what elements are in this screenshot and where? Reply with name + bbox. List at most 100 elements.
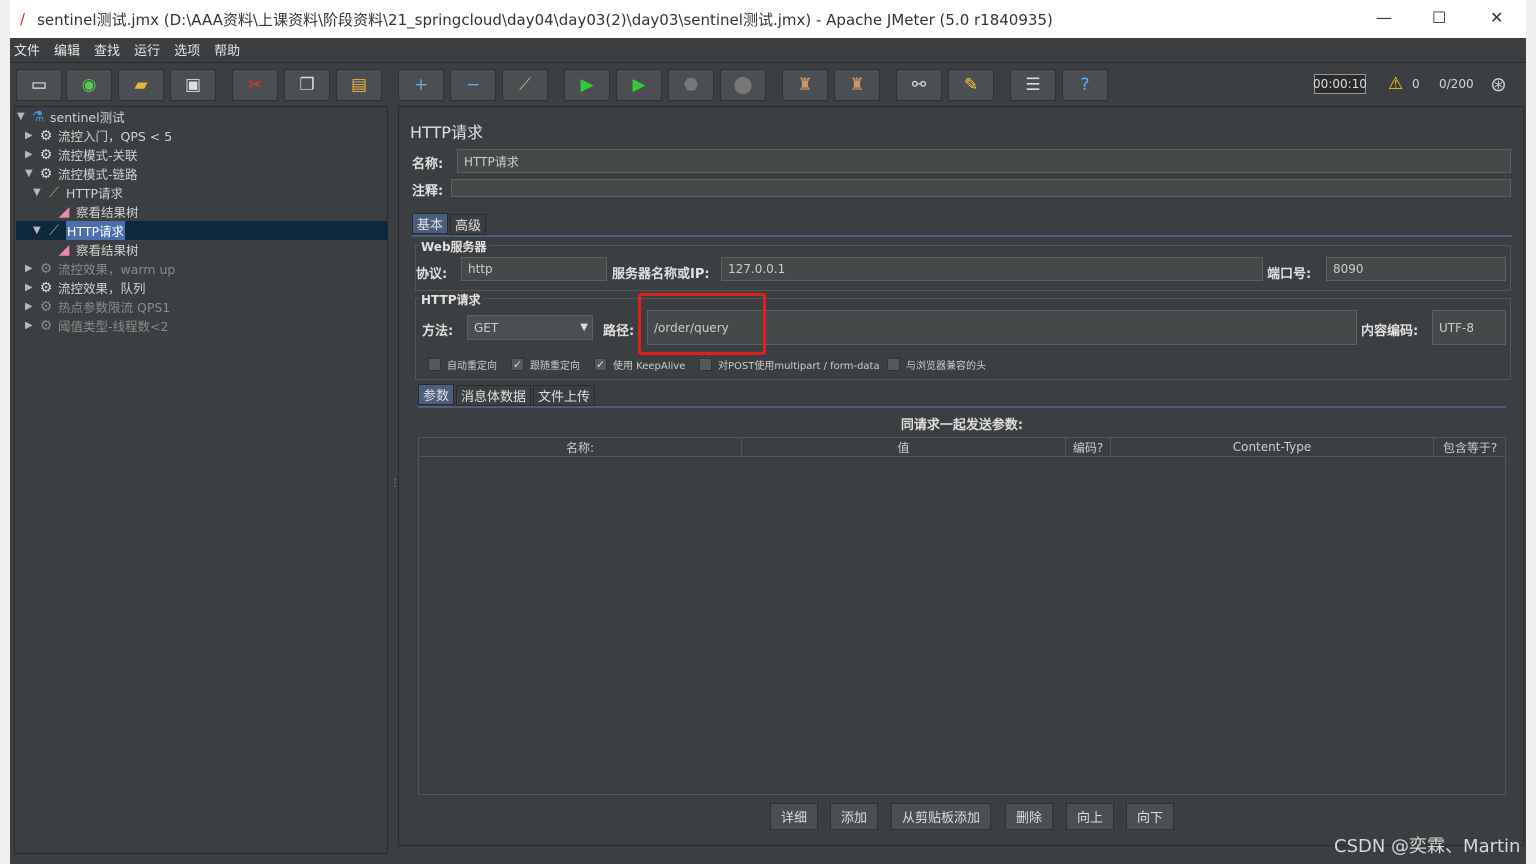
tree-node[interactable]: ▼ ⚙ 流控模式-链路 [25, 164, 138, 183]
menu-options[interactable]: 选项 [174, 40, 200, 59]
function-helper-icon[interactable]: ☰ [1010, 69, 1056, 101]
tree-node[interactable]: ▶ ⚙ 流控效果，warm up [25, 259, 175, 278]
watermark: CSDN @奕霖、Martin [1334, 836, 1521, 857]
encoding-label: 内容编码: [1361, 324, 1419, 339]
menu-bar: 文件 编辑 查找 运行 选项 帮助 [10, 38, 1526, 60]
move-up-button[interactable]: 向上 [1066, 803, 1115, 830]
auto-redirect-checkbox[interactable]: 自动重定向 [428, 357, 497, 372]
cut-icon[interactable]: ✂ [232, 69, 278, 101]
tree-node[interactable]: ◢ 察看结果树 [55, 202, 139, 221]
tree-node[interactable]: ▶ ⚙ 流控模式-关联 [25, 145, 138, 164]
templates-icon[interactable]: ◉ [66, 69, 112, 101]
menu-help[interactable]: 帮助 [214, 40, 240, 59]
add-button[interactable]: 添加 [830, 803, 879, 830]
pipette-icon: ⟋ [49, 222, 59, 239]
warning-count: 0 [1412, 77, 1420, 91]
multipart-checkbox[interactable]: 对POST使用multipart / form-data [699, 357, 880, 372]
start-icon[interactable]: ▶ [564, 69, 610, 101]
method-select[interactable]: GET ▼ [467, 315, 593, 340]
gear-icon: ⚙ [39, 298, 53, 315]
delete-button[interactable]: 删除 [1005, 803, 1054, 830]
follow-redirect-checkbox[interactable]: ✓ 跟随重定向 [511, 357, 580, 372]
close-button[interactable]: ✕ [1490, 8, 1503, 27]
jmeter-window: 文件 编辑 查找 运行 选项 帮助 ▭ ◉ ▰ ▣ ✂ ❐ ▤ + − ⟋ ▶ … [10, 38, 1526, 864]
gear-icon: ⚙ [39, 317, 53, 334]
pipette-icon: ⟋ [49, 184, 59, 201]
menu-search[interactable]: 查找 [94, 40, 120, 59]
menu-edit[interactable]: 编辑 [54, 40, 80, 59]
shutdown-icon[interactable]: ⬤ [720, 69, 766, 101]
reset-search-icon[interactable]: ✎ [948, 69, 994, 101]
warning-icon[interactable]: ⚠ [1388, 74, 1403, 94]
paste-icon[interactable]: ▤ [336, 69, 382, 101]
gear-icon: ⚙ [39, 260, 53, 277]
chevron-down-icon: ▼ [580, 322, 588, 333]
jmeter-logo-icon: / [20, 10, 26, 28]
add-from-clipboard-button[interactable]: 从剪贴板添加 [891, 803, 992, 830]
browser-headers-checkbox[interactable]: 与浏览器兼容的头 [887, 357, 986, 372]
comment-label: 注释: [412, 184, 444, 199]
tree-node[interactable]: ▶ ⚙ 流控效果，队列 [25, 278, 146, 297]
name-input[interactable]: HTTP请求 [457, 149, 1511, 173]
tab-file-upload[interactable]: 文件上传 [533, 385, 596, 406]
header-divider [419, 456, 1505, 457]
params-title: 同请求一起发送参数: [900, 417, 1024, 433]
server-input[interactable]: 127.0.0.1 [721, 257, 1263, 281]
http-request-legend: HTTP请求 [419, 291, 483, 308]
tab-parameters[interactable]: 参数 [418, 384, 455, 405]
flask-icon: ⚗ [31, 108, 45, 125]
tree-node[interactable]: ▶ ⚙ 阈值类型-线程数<2 [25, 316, 168, 335]
keepalive-checkbox[interactable]: ✓ 使用 KeepAlive [594, 357, 685, 372]
http-request-panel: HTTP请求 名称: HTTP请求 注释: 基本 高级 Web服务器 协议: h… [398, 106, 1524, 846]
column-header[interactable]: 名称: [419, 438, 742, 456]
collapse-icon[interactable]: − [450, 69, 496, 101]
protocol-input[interactable]: http [461, 257, 607, 281]
column-header[interactable]: 编码? [1066, 438, 1111, 456]
tree-node[interactable]: ▶ ⚙ 流控入门，QPS < 5 [25, 126, 172, 145]
minimize-button[interactable]: — [1376, 8, 1392, 27]
expand-icon[interactable]: + [398, 69, 444, 101]
tab-advanced[interactable]: 高级 [450, 214, 487, 235]
help-icon[interactable]: ? [1062, 69, 1108, 101]
port-label: 端口号: [1267, 267, 1312, 282]
new-icon[interactable]: ▭ [16, 69, 62, 101]
remote-status-icon: ⊛ [1490, 72, 1507, 96]
panel-title: HTTP请求 [410, 123, 483, 142]
params-table[interactable]: 名称: 值 编码? Content-Type 包含等于? [418, 437, 1506, 795]
search-icon[interactable]: ⚯ [896, 69, 942, 101]
tab-basic[interactable]: 基本 [412, 213, 449, 234]
tree-node[interactable]: ▼ ⚗ sentinel测试 [17, 107, 125, 126]
stop-icon[interactable]: ⬣ [668, 69, 714, 101]
maximize-button[interactable]: ☐ [1432, 8, 1446, 27]
tree-node-selected[interactable]: ▼ ⟋ HTTP请求 [33, 221, 125, 240]
copy-icon[interactable]: ❐ [284, 69, 330, 101]
tree-node[interactable]: ▼ ⟋ HTTP请求 [33, 183, 123, 202]
encoding-input[interactable]: UTF-8 [1432, 310, 1506, 345]
chart-icon: ◢ [58, 241, 70, 258]
save-icon[interactable]: ▣ [170, 69, 216, 101]
tree-node[interactable]: ▶ ⚙ 热点参数限流 QPS1 [25, 297, 170, 316]
test-plan-tree: ▼ ⚗ sentinel测试 ▶ ⚙ 流控入门，QPS < 5 ▶ ⚙ 流控模式-关联 ▼ ⚙… [14, 106, 388, 854]
menu-run[interactable]: 运行 [134, 40, 160, 59]
start-no-pause-icon[interactable]: ▶ [616, 69, 662, 101]
move-down-button[interactable]: 向下 [1126, 803, 1175, 830]
port-input[interactable]: 8090 [1326, 257, 1506, 281]
name-label: 名称: [412, 157, 444, 172]
menu-file[interactable]: 文件 [14, 40, 40, 59]
subtab-underline [418, 406, 1506, 408]
column-header[interactable]: Content-Type [1111, 438, 1434, 456]
column-header[interactable]: 包含等于? [1434, 438, 1506, 456]
gear-icon: ⚙ [39, 127, 53, 144]
column-header[interactable]: 值 [742, 438, 1066, 456]
open-icon[interactable]: ▰ [118, 69, 164, 101]
gear-icon: ⚙ [39, 279, 53, 296]
clear-all-icon[interactable]: ♜ [834, 69, 880, 101]
toggle-icon[interactable]: ⟋ [502, 69, 548, 101]
clear-icon[interactable]: ♜ [782, 69, 828, 101]
detail-button[interactable]: 详细 [770, 803, 819, 830]
tree-node[interactable]: ◢ 察看结果树 [55, 240, 139, 259]
elapsed-timer: 00:00:10 [1313, 74, 1367, 94]
tab-body-data[interactable]: 消息体数据 [456, 385, 532, 406]
server-label: 服务器名称或IP: [612, 267, 710, 282]
comment-input[interactable] [451, 179, 1511, 197]
